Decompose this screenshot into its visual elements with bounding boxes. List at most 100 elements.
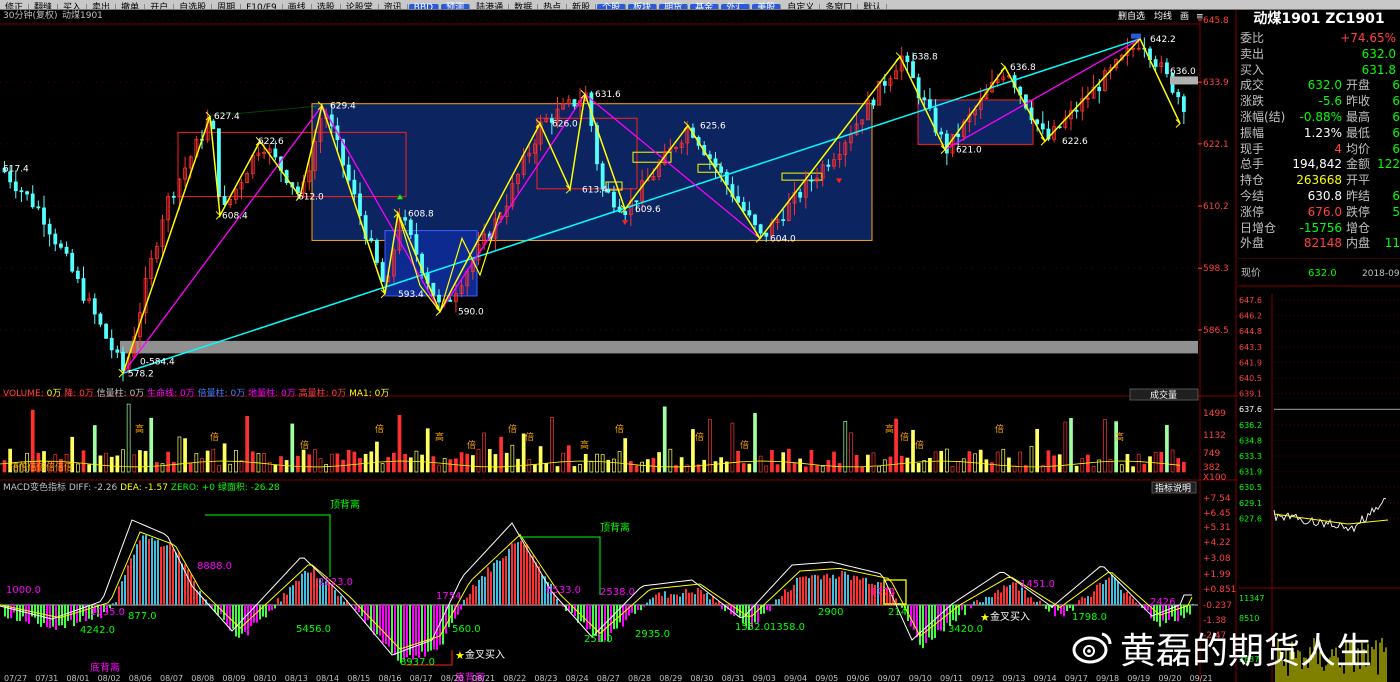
candle[interactable] <box>47 223 52 235</box>
candle[interactable] <box>36 206 41 209</box>
candle[interactable] <box>273 148 278 158</box>
candle[interactable] <box>403 217 408 221</box>
candle[interactable] <box>1181 96 1186 112</box>
chart-header-button[interactable]: 画 <box>1180 11 1189 22</box>
intraday-minute-chart[interactable]: 现价 632.0 2018-09- 647.6 646.2 644.8 643.3 641.9… <box>1238 258 1400 682</box>
macd-bar <box>961 605 963 611</box>
candle[interactable] <box>798 191 803 198</box>
volume-bar <box>408 457 413 473</box>
candle[interactable] <box>98 313 103 325</box>
candle[interactable] <box>882 81 887 86</box>
candle[interactable] <box>956 133 961 137</box>
candle[interactable] <box>1153 59 1158 67</box>
volume-bar <box>324 464 328 473</box>
candle[interactable] <box>211 120 216 130</box>
candle[interactable] <box>809 179 814 182</box>
candle[interactable] <box>1040 123 1045 130</box>
candle[interactable] <box>922 97 927 101</box>
candle[interactable] <box>171 195 176 198</box>
volume-bar <box>250 451 255 473</box>
volume-bar <box>296 455 300 473</box>
volume-bar <box>758 455 763 473</box>
quote-value: 122 <box>1377 157 1400 172</box>
candle[interactable] <box>944 133 949 154</box>
price-annotation: 608.8 <box>408 209 434 219</box>
macd-bar <box>169 542 171 605</box>
quote-label: 委比 <box>1240 31 1265 45</box>
candle[interactable] <box>826 164 831 167</box>
candle[interactable] <box>75 270 80 279</box>
price-annotation: 578.2 <box>128 369 154 379</box>
candle[interactable] <box>408 219 413 235</box>
candle[interactable] <box>346 164 351 181</box>
macd-bar <box>1093 591 1095 605</box>
quote-label: 金额 <box>1346 157 1371 172</box>
candle[interactable] <box>375 240 379 263</box>
candle[interactable] <box>414 234 419 255</box>
candle[interactable] <box>911 61 915 79</box>
candle[interactable] <box>1097 86 1102 92</box>
candle[interactable] <box>905 55 910 63</box>
candle[interactable] <box>59 243 63 248</box>
macd-bar <box>580 605 582 622</box>
candle[interactable] <box>747 210 752 216</box>
candle[interactable] <box>781 219 786 221</box>
candle[interactable] <box>1165 62 1169 75</box>
macd-bar <box>199 590 201 605</box>
candle[interactable] <box>448 299 453 302</box>
candle[interactable] <box>612 191 616 208</box>
candle[interactable] <box>380 262 385 283</box>
candle[interactable] <box>81 278 86 301</box>
candle[interactable] <box>19 190 24 193</box>
volume-mark: 倍 <box>375 423 384 435</box>
candle[interactable] <box>1035 119 1040 125</box>
volume-bar <box>634 465 639 473</box>
candle[interactable] <box>53 233 58 245</box>
candle[interactable] <box>623 211 628 216</box>
candle[interactable] <box>30 193 35 208</box>
candle[interactable] <box>871 99 876 106</box>
candle[interactable] <box>634 200 639 203</box>
candle[interactable] <box>437 294 441 303</box>
candle[interactable] <box>121 351 125 371</box>
candle[interactable] <box>369 238 374 242</box>
macd-bar <box>559 603 561 605</box>
candle[interactable] <box>719 166 724 173</box>
candle[interactable] <box>358 193 362 216</box>
candle[interactable] <box>92 298 97 315</box>
candle[interactable] <box>70 252 75 272</box>
candle[interactable] <box>25 191 29 195</box>
macd-bar <box>1072 605 1074 611</box>
macd-bar <box>481 575 483 605</box>
volume-bars <box>2 403 1186 473</box>
candle[interactable] <box>741 201 746 212</box>
quote-row: 卖出 632.0 <box>1238 46 1400 62</box>
mini-axis-tick: 633.3 <box>1239 452 1262 461</box>
macd-bar <box>1042 605 1044 606</box>
quote-label: 昨收 <box>1346 94 1371 109</box>
macd-bar <box>1090 596 1092 605</box>
candle[interactable] <box>352 179 357 195</box>
candle[interactable] <box>1074 109 1079 112</box>
candle[interactable] <box>764 232 769 237</box>
candle[interactable] <box>1176 91 1181 98</box>
candle[interactable] <box>104 323 108 339</box>
volume-legend: VOLUME: 0万 降: 0万 信量柱: 0万 生命线: 0万 倍量柱: 0万… <box>3 387 389 399</box>
chart-area[interactable]: 30分钟(复权) 动煤1901 删自选 均线画 ≡ 645.8633.9622.1610.… <box>0 10 1238 682</box>
macd-bar <box>721 605 723 610</box>
candle[interactable] <box>64 246 69 254</box>
candle[interactable] <box>217 128 221 197</box>
volume-bar <box>403 454 407 473</box>
chart-header-button[interactable]: 均线 <box>1154 10 1172 22</box>
candle[interactable] <box>753 214 757 226</box>
candle[interactable] <box>572 99 577 107</box>
time-axis-tick: 09/13 <box>1002 674 1025 682</box>
candle[interactable] <box>13 181 18 192</box>
candle[interactable] <box>109 337 114 351</box>
candle[interactable] <box>928 99 932 109</box>
candle[interactable] <box>42 207 46 225</box>
candle[interactable] <box>758 224 763 234</box>
candle[interactable] <box>939 131 944 135</box>
candle[interactable] <box>115 349 120 353</box>
candle[interactable] <box>222 196 227 205</box>
